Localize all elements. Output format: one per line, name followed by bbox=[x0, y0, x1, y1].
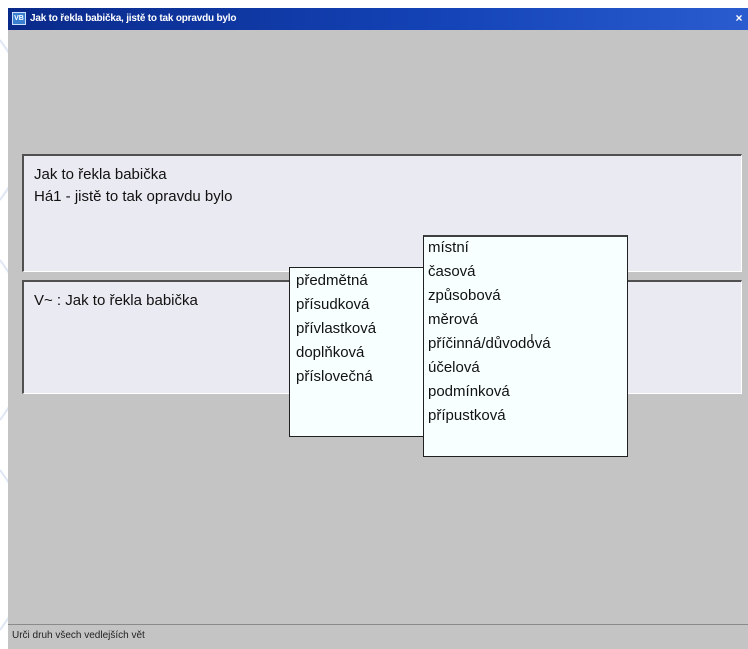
adverbial-subtype-list[interactable]: místní časová způsobová měrová příčinná/… bbox=[423, 235, 628, 457]
text-cursor-icon: I bbox=[530, 331, 534, 346]
list-item[interactable]: účelová bbox=[428, 359, 480, 376]
close-icon[interactable]: × bbox=[732, 11, 746, 25]
clause-line-1: V~ : Jak to řekla babička bbox=[34, 292, 198, 309]
status-bar: Urči druh všech vedlejších vět bbox=[8, 624, 748, 649]
sentence-line-1: Jak to řekla babička bbox=[34, 166, 167, 183]
list-item[interactable]: přípustková bbox=[428, 407, 506, 424]
sentence-panel: Jak to řekla babička Há1 - jistě to tak … bbox=[22, 154, 742, 272]
list-item[interactable]: přísudková bbox=[296, 296, 369, 313]
application-window: VB Jak to řekla babička, jistě to tak op… bbox=[8, 8, 748, 649]
list-item[interactable]: měrová bbox=[428, 311, 478, 328]
list-item[interactable]: příslovečná bbox=[296, 368, 373, 385]
list-item[interactable]: místní bbox=[428, 239, 469, 256]
status-text: Urči druh všech vedlejších vět bbox=[12, 630, 145, 641]
list-item[interactable]: doplňková bbox=[296, 344, 364, 361]
list-item[interactable]: podmínková bbox=[428, 383, 510, 400]
list-item[interactable]: předmětná bbox=[296, 272, 368, 289]
title-bar[interactable]: VB Jak to řekla babička, jistě to tak op… bbox=[8, 8, 748, 30]
list-item[interactable]: časová bbox=[428, 263, 476, 280]
sentence-line-2: Há1 - jistě to tak opravdu bylo bbox=[34, 188, 233, 205]
window-app-icon[interactable]: VB bbox=[12, 12, 26, 25]
clause-type-list[interactable]: předmětná přísudková přívlastková doplňk… bbox=[289, 267, 425, 437]
list-item[interactable]: přívlastková bbox=[296, 320, 376, 337]
list-item[interactable]: způsobová bbox=[428, 287, 501, 304]
window-title: Jak to řekla babička, jistě to tak oprav… bbox=[30, 13, 237, 24]
